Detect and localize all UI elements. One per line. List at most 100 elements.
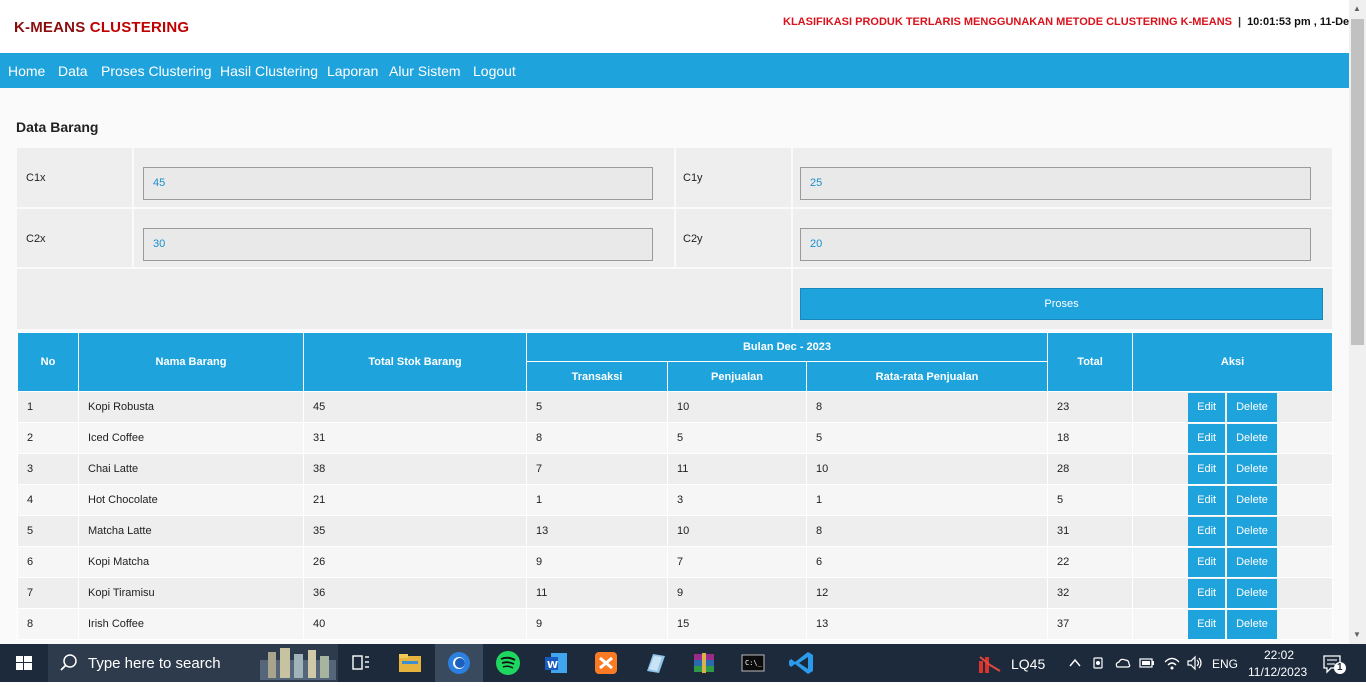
delete-button[interactable]: Delete — [1227, 547, 1277, 577]
delete-button[interactable]: Delete — [1227, 485, 1277, 515]
nav-laporan[interactable]: Laporan — [327, 63, 378, 79]
page-scrollbar[interactable]: ▲ ▼ — [1349, 0, 1366, 644]
edit-button[interactable]: Edit — [1188, 609, 1226, 639]
taskbar-notepad[interactable] — [631, 644, 679, 682]
cell-transaksi: 7 — [526, 453, 668, 485]
site-header: K-MEANS CLUSTERING KLASIFIKASI PRODUK TE… — [0, 0, 1359, 53]
cell-transaksi: 13 — [526, 515, 668, 547]
header-aksi: Aksi — [1132, 332, 1334, 392]
cell-nama: Matcha Latte — [78, 515, 304, 547]
c2x-label: C2x — [26, 233, 46, 245]
edit-button[interactable]: Edit — [1188, 547, 1226, 577]
task-view-button[interactable] — [337, 644, 385, 682]
wifi-icon[interactable] — [1163, 654, 1181, 672]
volume-icon[interactable] — [1186, 654, 1204, 672]
brand-logo[interactable]: K-MEANS CLUSTERING — [14, 19, 189, 36]
nav-home[interactable]: Home — [8, 63, 45, 79]
delete-button[interactable]: Delete — [1227, 578, 1277, 608]
header-separator: | — [1237, 16, 1242, 28]
edit-button[interactable]: Edit — [1188, 485, 1226, 515]
table-row: 6 Kopi Matcha 26 9 7 6 22 Edit Delete — [17, 546, 1334, 578]
stock-widget-label[interactable]: LQ45 — [1011, 656, 1045, 672]
cell-total: 37 — [1047, 608, 1134, 640]
cell-total: 31 — [1047, 515, 1134, 547]
battery-icon[interactable] — [1138, 655, 1156, 671]
proses-button[interactable]: Proses — [800, 288, 1323, 320]
delete-button[interactable]: Delete — [1227, 609, 1277, 639]
taskbar-file-explorer[interactable] — [386, 644, 434, 682]
taskbar-spotify[interactable] — [484, 644, 532, 682]
taskbar-search[interactable]: Type here to search — [48, 644, 338, 682]
c1x-field[interactable]: 45 — [143, 167, 653, 200]
cell-stok: 35 — [303, 515, 527, 547]
cell-penjualan: 3 — [667, 484, 807, 516]
clock-date[interactable]: 11/12/2023 — [1248, 665, 1307, 679]
chevron-up-icon[interactable] — [1068, 656, 1082, 670]
c1y-label: C1y — [683, 172, 703, 184]
cell-transaksi: 11 — [526, 577, 668, 609]
cell-penjualan: 9 — [667, 577, 807, 609]
language-indicator[interactable]: ENG — [1212, 657, 1238, 671]
c2y-label: C2y — [683, 233, 703, 245]
header-total: Total — [1047, 332, 1134, 392]
start-button[interactable] — [0, 644, 48, 682]
taskbar-winrar[interactable] — [680, 644, 728, 682]
cell-total: 28 — [1047, 453, 1134, 485]
edit-button[interactable]: Edit — [1188, 516, 1226, 546]
cell-nama: Iced Coffee — [78, 422, 304, 454]
table-row: 3 Chai Latte 38 7 11 10 28 Edit Delete — [17, 453, 1334, 485]
cell-rata: 6 — [805, 546, 1049, 578]
nav-logout[interactable]: Logout — [473, 63, 516, 79]
taskbar-xampp[interactable] — [582, 644, 630, 682]
header-no: No — [17, 332, 79, 392]
header-info: KLASIFIKASI PRODUK TERLARIS MENGGUNAKAN … — [783, 16, 1359, 28]
cell-rata: 8 — [805, 391, 1049, 423]
nav-proses-clustering[interactable]: Proses Clustering — [101, 63, 212, 79]
c2y-field[interactable]: 20 — [800, 228, 1311, 261]
onedrive-icon[interactable] — [1114, 655, 1132, 671]
scroll-thumb[interactable] — [1351, 19, 1364, 345]
cell-no: 3 — [17, 453, 79, 485]
cell-nama: Kopi Matcha — [78, 546, 304, 578]
brand-part2: CLUSTERING — [89, 19, 190, 36]
c1y-field[interactable]: 25 — [800, 167, 1311, 200]
nav-hasil-clustering[interactable]: Hasil Clustering — [220, 63, 318, 79]
taskbar-word[interactable]: W — [533, 644, 581, 682]
stock-widget-icon[interactable] — [978, 651, 1004, 675]
cell-rata: 5 — [805, 422, 1049, 454]
c2x-field[interactable]: 30 — [143, 228, 653, 261]
taskbar-vscode[interactable] — [778, 644, 826, 682]
cell-aksi: Edit Delete — [1132, 453, 1334, 485]
spotify-icon — [496, 651, 520, 675]
cell-stok: 40 — [303, 608, 527, 640]
edit-button[interactable]: Edit — [1188, 578, 1226, 608]
edit-button[interactable]: Edit — [1188, 454, 1226, 484]
notification-icon[interactable] — [1322, 653, 1348, 675]
delete-button[interactable]: Delete — [1227, 392, 1277, 422]
cell-penjualan: 10 — [667, 515, 807, 547]
cell-rata: 1 — [805, 484, 1049, 516]
cell-nama: Irish Coffee — [78, 608, 304, 640]
nav-alur-sistem[interactable]: Alur Sistem — [389, 63, 461, 79]
cell-rata: 10 — [805, 453, 1049, 485]
nav-data[interactable]: Data — [58, 63, 88, 79]
scroll-down-icon[interactable]: ▼ — [1353, 630, 1361, 639]
cell-total: 23 — [1047, 391, 1134, 423]
cell-penjualan: 10 — [667, 391, 807, 423]
taskbar-firefox[interactable] — [435, 644, 483, 682]
edit-button[interactable]: Edit — [1188, 392, 1226, 422]
clock-time[interactable]: 22:02 — [1264, 648, 1294, 662]
winrar-icon — [694, 653, 714, 673]
edit-button[interactable]: Edit — [1188, 423, 1226, 453]
delete-button[interactable]: Delete — [1227, 454, 1277, 484]
search-icon — [60, 654, 77, 671]
scroll-up-icon[interactable]: ▲ — [1353, 4, 1361, 13]
meet-now-icon[interactable] — [1091, 655, 1107, 671]
taskbar-terminal[interactable]: C:\_ — [729, 644, 777, 682]
cell-no: 8 — [17, 608, 79, 640]
cell-rata: 8 — [805, 515, 1049, 547]
cell-total: 32 — [1047, 577, 1134, 609]
cell-rata: 13 — [805, 608, 1049, 640]
delete-button[interactable]: Delete — [1227, 516, 1277, 546]
delete-button[interactable]: Delete — [1227, 423, 1277, 453]
